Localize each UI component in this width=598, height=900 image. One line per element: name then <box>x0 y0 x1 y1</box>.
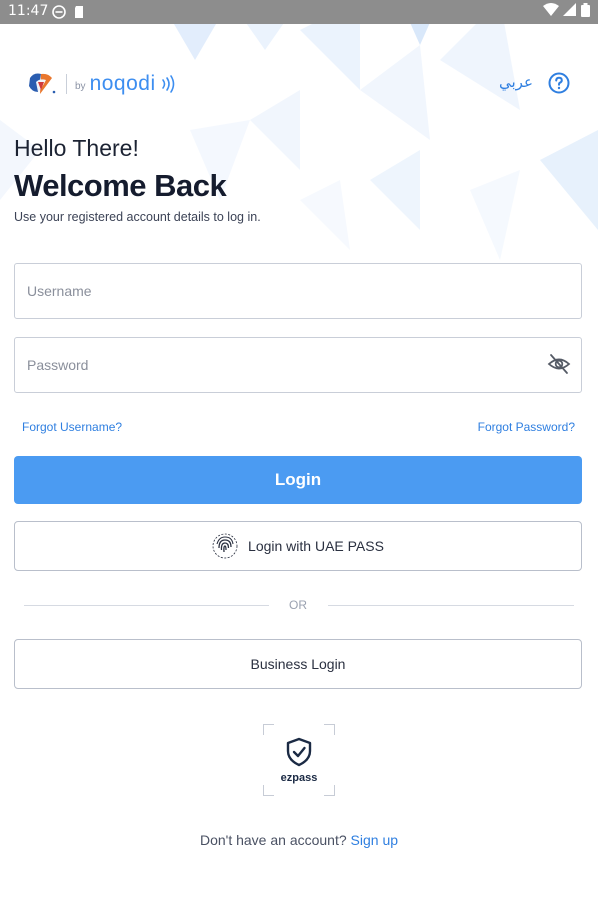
scan-corner <box>324 785 335 796</box>
wifi-icon <box>543 3 559 16</box>
forgot-password-link[interactable]: Forgot Password? <box>478 420 575 434</box>
do-not-disturb-icon <box>52 5 66 19</box>
question-circle-icon[interactable] <box>548 72 570 94</box>
page-title: Welcome Back <box>14 168 227 203</box>
eye-off-icon[interactable] <box>547 352 571 376</box>
logo-by-text: by <box>75 80 86 92</box>
noqodi-brand: noqodi <box>89 72 156 95</box>
scan-corner <box>263 724 274 735</box>
signup-prompt: Don't have an account? <box>199 832 347 848</box>
ezpass-label: ezpass <box>280 772 318 784</box>
fingerprint-icon <box>212 533 238 559</box>
status-right-icons <box>543 3 590 17</box>
emirates-logo-icon <box>29 73 56 94</box>
page-subtitle: Use your registered account details to l… <box>14 210 261 224</box>
forgot-username-link[interactable]: Forgot Username? <box>22 420 122 434</box>
login-screen: by noqodi عربي Hello There! Welcome Back… <box>0 0 598 900</box>
signal-icon <box>563 3 576 16</box>
or-separator: OR <box>289 598 307 612</box>
greeting-hello: Hello There! <box>14 135 139 161</box>
shield-check-icon <box>286 737 312 767</box>
business-login-button[interactable]: Business Login <box>14 639 582 689</box>
username-input[interactable] <box>14 263 582 319</box>
logo-separator <box>66 74 67 94</box>
login-button[interactable]: Login <box>14 456 582 504</box>
uae-pass-button-label: Login with UAE PASS <box>248 538 384 554</box>
contactless-icon <box>161 75 174 93</box>
scan-corner <box>324 724 335 735</box>
divider-right <box>328 605 574 606</box>
login-button-label: Login <box>274 470 322 489</box>
battery-icon <box>581 3 590 17</box>
logo: by noqodi <box>26 70 176 98</box>
scan-corner <box>263 785 274 796</box>
signup-row: Don't have an account? Sign up <box>0 832 598 848</box>
sd-card-icon <box>75 6 83 18</box>
business-login-label: Business Login <box>250 656 346 672</box>
language-toggle[interactable]: عربي <box>499 73 533 91</box>
status-time: 11:47 <box>8 3 49 19</box>
password-input[interactable] <box>14 337 582 393</box>
status-bar: 11:47 <box>0 0 598 24</box>
divider-left <box>24 605 269 606</box>
signup-link[interactable]: Sign up <box>351 832 398 848</box>
ezpass-button[interactable]: ezpass <box>263 724 335 796</box>
uae-pass-login-button[interactable]: Login with UAE PASS <box>14 521 582 571</box>
